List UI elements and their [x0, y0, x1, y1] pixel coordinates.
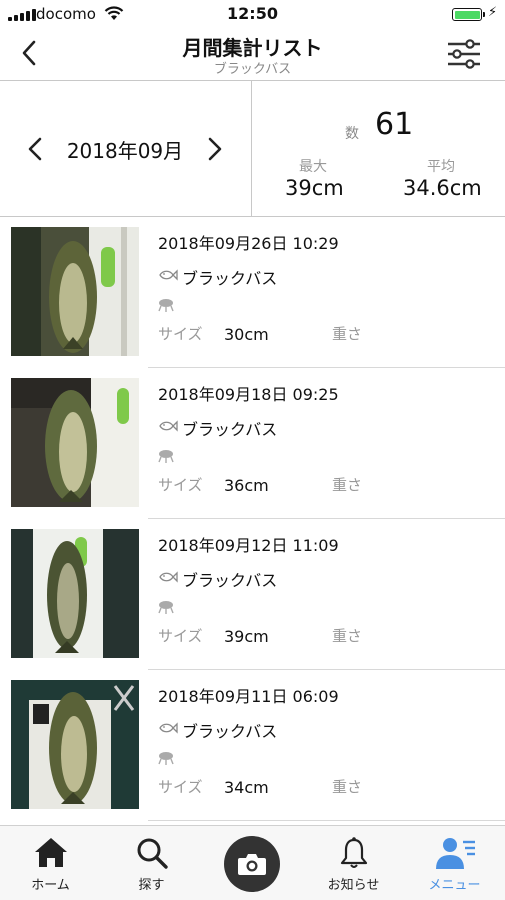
- catch-date: 2018年09月26日 10:29: [158, 234, 339, 253]
- search-icon: [137, 838, 168, 869]
- next-month-button[interactable]: [202, 135, 226, 163]
- tab-menu[interactable]: メニュー: [404, 826, 505, 900]
- clock: 12:50: [227, 4, 278, 23]
- chevron-left-icon: [28, 137, 42, 161]
- month-selector: 2018年09月: [0, 81, 252, 216]
- divider: [148, 820, 505, 821]
- monthly-summary: 2018年09月 数 61 最大 39cm 平均 34.6cm: [0, 81, 505, 217]
- camera-icon: [238, 854, 266, 875]
- lure-icon: [158, 752, 174, 765]
- catch-species: ブラックバス: [182, 571, 278, 590]
- list-item[interactable]: 2018年09月18日 09:25 ブラックバス サイズ 36cm 重さ: [0, 368, 505, 519]
- size-label: サイズ: [158, 627, 203, 645]
- list-item[interactable]: 2018年09月26日 10:29 ブラックバス サイズ 30cm 重さ: [0, 217, 505, 368]
- catch-photo: [11, 529, 139, 658]
- page-title: 月間集計リスト: [182, 36, 323, 60]
- catch-date: 2018年09月18日 09:25: [158, 385, 339, 404]
- list-item[interactable]: 2018年09月11日 06:09 ブラックバス サイズ 34cm 重さ: [0, 670, 505, 821]
- weight-label: 重さ: [332, 778, 363, 796]
- count-value: 61: [375, 107, 414, 142]
- camera-button[interactable]: [224, 836, 280, 892]
- weight-label: 重さ: [332, 476, 363, 494]
- size-value: 39cm: [224, 627, 269, 646]
- tab-search-label: 探す: [138, 878, 165, 893]
- catch-photo: [11, 680, 139, 809]
- weight-label: 重さ: [332, 325, 363, 343]
- battery-icon: [452, 8, 482, 21]
- previous-month-button[interactable]: [24, 135, 48, 163]
- catch-date: 2018年09月11日 06:09: [158, 687, 339, 706]
- catch-species: ブラックバス: [182, 420, 278, 439]
- catch-photo: [11, 378, 139, 507]
- lure-icon: [158, 601, 174, 614]
- average-size-label: 平均: [427, 159, 455, 175]
- lure-icon: [158, 299, 174, 312]
- tab-home[interactable]: ホーム: [0, 826, 101, 900]
- page-subtitle: ブラックバス: [213, 62, 292, 77]
- user-menu-icon: [435, 838, 475, 869]
- tab-notifications[interactable]: お知らせ: [303, 826, 404, 900]
- navigation-bar: 月間集計リスト ブラックバス: [0, 28, 505, 81]
- size-label: サイズ: [158, 476, 203, 494]
- current-month: 2018年09月: [66, 139, 184, 163]
- size-label: サイズ: [158, 325, 203, 343]
- average-size-value: 34.6cm: [403, 176, 482, 200]
- sliders-icon: [448, 39, 480, 69]
- chevron-right-icon: [208, 137, 222, 161]
- tab-home-label: ホーム: [31, 878, 70, 893]
- tab-search[interactable]: 探す: [101, 826, 202, 900]
- catch-list: 2018年09月26日 10:29 ブラックバス サイズ 30cm 重さ 201…: [0, 217, 505, 825]
- size-value: 36cm: [224, 476, 269, 495]
- list-item[interactable]: 2018年09月12日 11:09 ブラックバス サイズ 39cm 重さ: [0, 519, 505, 670]
- status-bar: docomo 12:50 ⚡: [0, 0, 505, 28]
- tab-bar: ホーム 探す お知らせ メニュー: [0, 825, 505, 900]
- catch-date: 2018年09月12日 11:09: [158, 536, 339, 555]
- weight-label: 重さ: [332, 627, 363, 645]
- fish-icon: [159, 269, 178, 281]
- size-value: 34cm: [224, 778, 269, 797]
- catch-photo: [11, 227, 139, 356]
- max-size-value: 39cm: [285, 176, 344, 200]
- size-value: 30cm: [224, 325, 269, 344]
- charging-icon: ⚡: [488, 5, 498, 20]
- count-label: 数: [345, 126, 359, 142]
- battery-cap: [483, 12, 485, 17]
- fish-icon: [159, 571, 178, 583]
- catch-species: ブラックバス: [182, 269, 278, 288]
- bell-icon: [340, 837, 367, 868]
- fish-icon: [159, 722, 178, 734]
- stats-panel: 数 61 最大 39cm 平均 34.6cm: [252, 81, 505, 216]
- tab-notifications-label: お知らせ: [327, 878, 380, 893]
- catch-species: ブラックバス: [182, 722, 278, 741]
- fish-icon: [159, 420, 178, 432]
- size-label: サイズ: [158, 778, 203, 796]
- filter-button[interactable]: [446, 38, 482, 70]
- max-size-label: 最大: [299, 159, 327, 175]
- lure-icon: [158, 450, 174, 463]
- tab-menu-label: メニュー: [428, 878, 481, 893]
- home-icon: [34, 838, 67, 867]
